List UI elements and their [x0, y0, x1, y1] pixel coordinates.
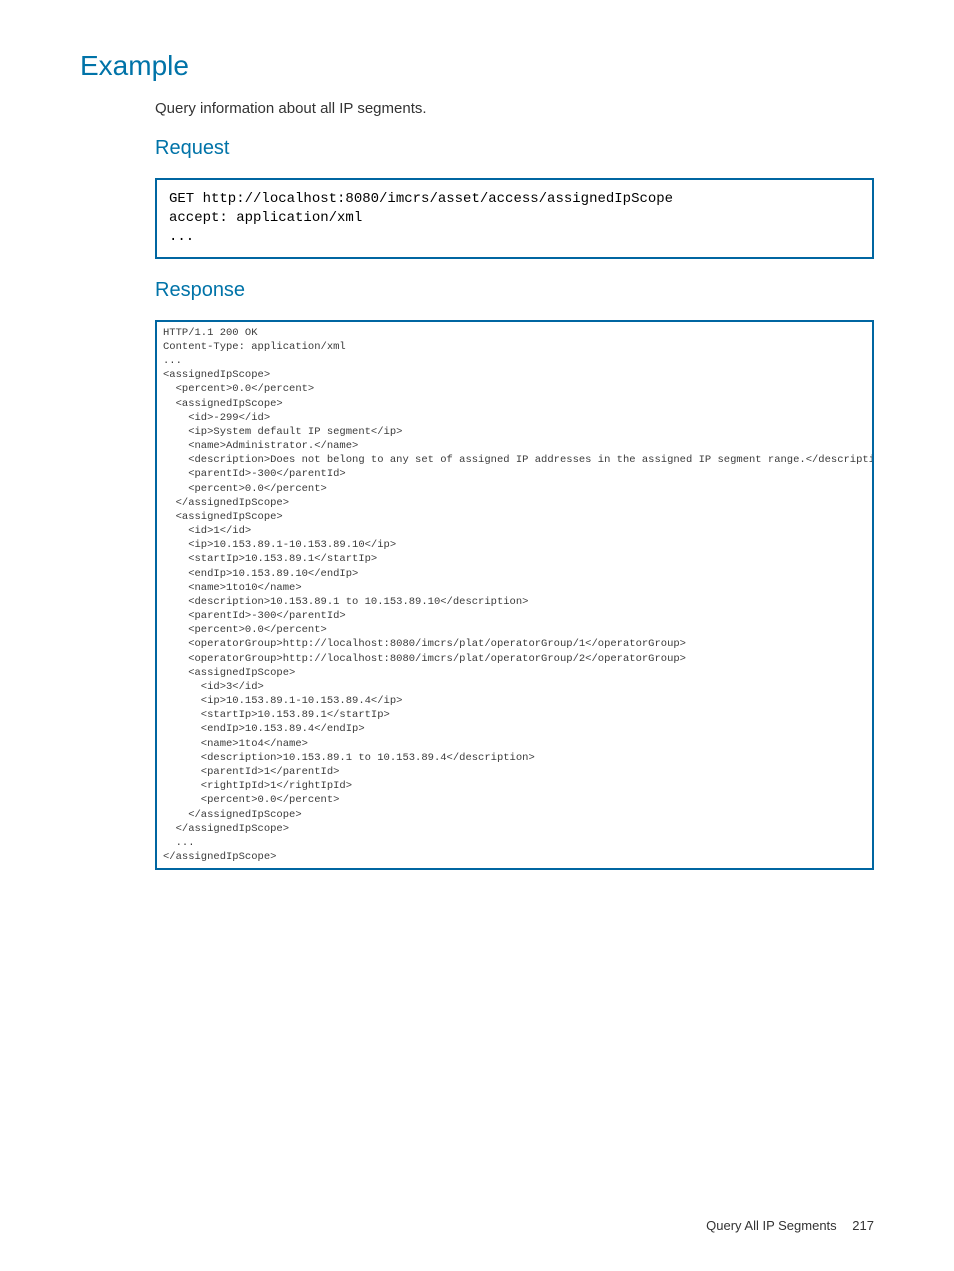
footer-title: Query All IP Segments [706, 1218, 837, 1233]
request-heading: Request [155, 137, 874, 160]
request-code-block: GET http://localhost:8080/imcrs/asset/ac… [155, 178, 874, 259]
page-footer: Query All IP Segments 217 [706, 1218, 874, 1233]
intro-text: Query information about all IP segments. [155, 100, 874, 117]
response-code-block: HTTP/1.1 200 OK Content-Type: applicatio… [155, 320, 874, 871]
response-heading: Response [155, 279, 874, 302]
section-heading: Example [80, 50, 874, 82]
footer-page-number: 217 [852, 1218, 874, 1233]
